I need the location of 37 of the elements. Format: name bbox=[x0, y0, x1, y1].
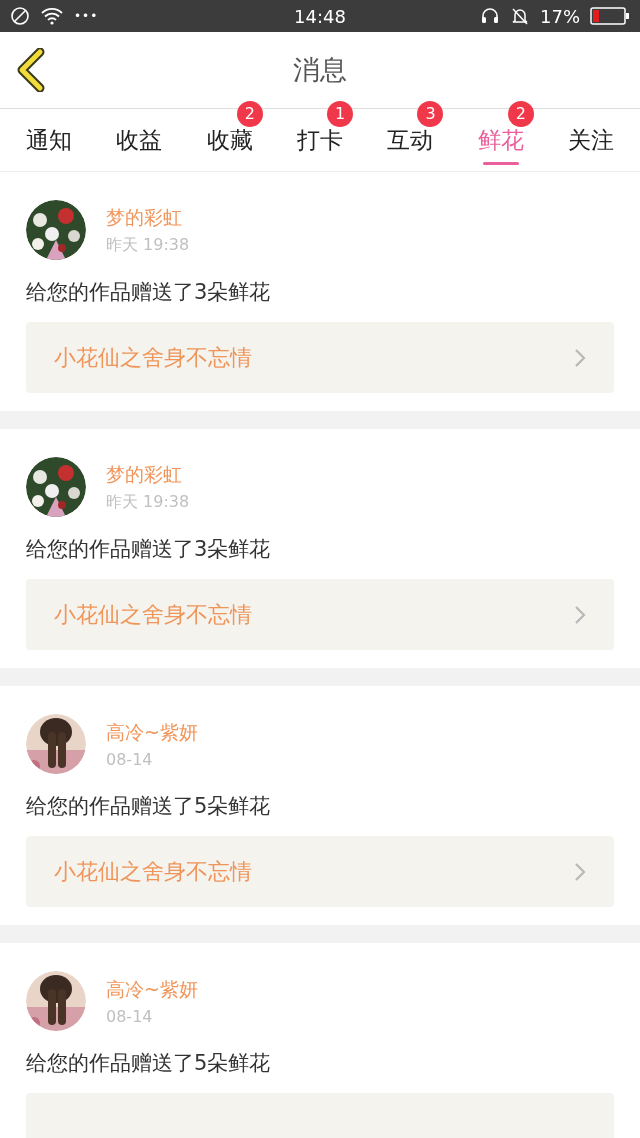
work-title: 小花仙之舍身不忘情 bbox=[54, 343, 252, 372]
status-time: 14:48 bbox=[294, 5, 346, 27]
chevron-right-icon bbox=[574, 604, 586, 625]
work-link[interactable]: 小花仙之舍身不忘情 bbox=[26, 836, 614, 907]
count-badge: 2 bbox=[507, 101, 534, 127]
message-time: 08-14 bbox=[106, 1006, 154, 1026]
blocked-icon bbox=[10, 6, 30, 26]
bell-off-icon bbox=[510, 6, 530, 26]
user-name[interactable]: 高冷~紫妍 bbox=[106, 976, 198, 1003]
battery-percent: 17% bbox=[540, 5, 580, 27]
work-link[interactable]: 小花仙之舍身不忘情 bbox=[26, 322, 614, 393]
message-time: 昨天 19:38 bbox=[106, 234, 190, 256]
count-badge: 3 bbox=[417, 101, 444, 127]
message-text: 给您的作品赠送了3朵鲜花 bbox=[26, 536, 272, 563]
count-badge: 2 bbox=[236, 101, 263, 127]
user-name[interactable]: 梦的彩虹 bbox=[106, 204, 190, 231]
message-text: 给您的作品赠送了5朵鲜花 bbox=[26, 1050, 272, 1077]
work-title: 小花仙之舍身不忘情 bbox=[54, 600, 252, 629]
wifi-icon bbox=[40, 7, 64, 25]
message-text: 给您的作品赠送了5朵鲜花 bbox=[26, 793, 272, 820]
chevron-right-icon bbox=[574, 347, 586, 368]
headphones-icon bbox=[480, 6, 500, 26]
menu-dots: ••• bbox=[74, 9, 99, 23]
tab[interactable]: 通知 bbox=[4, 109, 95, 171]
message-time: 昨天 19:38 bbox=[106, 491, 190, 513]
count-badge: 1 bbox=[327, 101, 354, 127]
page-title: 消息 bbox=[293, 53, 347, 87]
work-title: 小花仙之舍身不忘情 bbox=[54, 857, 252, 886]
battery-icon bbox=[590, 7, 630, 25]
work-link[interactable]: 小花仙之舍身不忘情 bbox=[26, 579, 614, 650]
user-name[interactable]: 高冷~紫妍 bbox=[106, 719, 198, 746]
chevron-right-icon bbox=[574, 861, 586, 882]
tab[interactable]: 收益 bbox=[94, 109, 185, 171]
user-name[interactable]: 梦的彩虹 bbox=[106, 461, 190, 488]
message-time: 08-14 bbox=[106, 749, 154, 769]
tab[interactable]: 关注 bbox=[545, 109, 636, 171]
message-text: 给您的作品赠送了3朵鲜花 bbox=[26, 279, 272, 306]
